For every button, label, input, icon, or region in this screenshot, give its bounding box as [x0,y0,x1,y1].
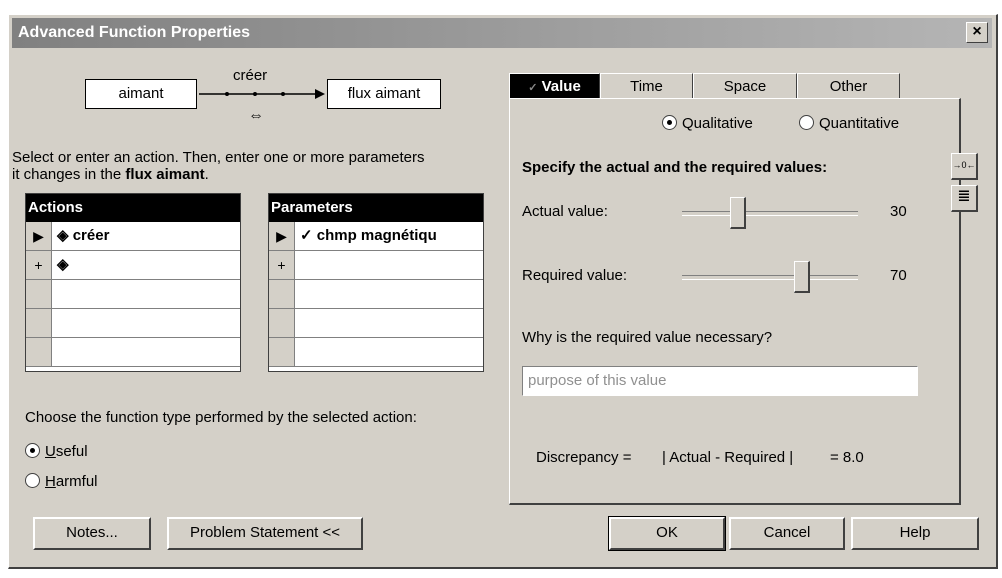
row-selector[interactable] [26,309,52,337]
required-value-readout: 70 [890,267,907,284]
parameters-grid-row[interactable] [269,338,483,367]
useful-radio[interactable]: Useful [25,443,88,460]
notes-side-button[interactable]: ≣ [951,185,978,212]
action-cell[interactable] [52,280,240,308]
instruction-line-2: it changes in the flux aimant. [12,166,209,183]
radio-indicator[interactable] [799,115,814,130]
tab-other[interactable]: Other [797,73,900,100]
discrepancy-label: Discrepancy = [536,449,632,466]
action-cell[interactable]: ◈ [52,251,240,279]
problem-statement-button[interactable]: Problem Statement << [167,517,363,550]
discrepancy-result: = 8.0 [830,449,864,466]
action-cell[interactable] [52,309,240,337]
value-tab-panel: Qualitative Quantitative Specify the act… [509,98,961,505]
dialog-title: Advanced Function Properties [18,24,251,41]
row-selector[interactable]: + [269,251,295,279]
actions-grid-row[interactable] [26,338,240,367]
actual-value-label: Actual value: [522,203,608,220]
actions-grid-row[interactable]: ▶ ◈ créer [26,222,240,251]
row-selector[interactable]: + [26,251,52,279]
radio-indicator[interactable] [662,115,677,130]
cancel-button[interactable]: Cancel [729,517,845,550]
swap-direction-icon[interactable]: ⇔ [248,107,264,125]
radio-indicator[interactable] [25,443,40,458]
instruction-line-1: Select or enter an action. Then, enter o… [12,149,425,166]
help-button[interactable]: Help [851,517,979,550]
target-object-name: flux aimant [125,166,205,183]
parameters-grid-row[interactable] [269,280,483,309]
pin-icon: →0← [952,160,976,170]
row-selector[interactable] [269,338,295,366]
title-bar[interactable]: Advanced Function Properties × [12,18,992,48]
actions-grid-row[interactable] [26,309,240,338]
action-label: créer [233,67,268,84]
pin-value-button[interactable]: →0← [951,153,978,180]
discrepancy-formula: | Actual - Required | [662,449,794,466]
purpose-input[interactable]: purpose of this value [522,366,918,396]
check-icon: ✓ [528,82,538,94]
target-object-box[interactable]: flux aimant [327,79,441,109]
action-cell[interactable]: ◈ créer [52,222,240,250]
actual-value-slider-thumb[interactable] [730,197,746,229]
tab-time[interactable]: Time [600,73,693,100]
quantitative-radio[interactable]: Quantitative [799,115,899,132]
required-value-slider-thumb[interactable] [794,261,810,293]
actions-grid-row[interactable]: + ◈ [26,251,240,280]
required-value-label: Required value: [522,267,628,284]
parameters-grid-row[interactable]: + [269,251,483,280]
parameter-cell[interactable]: ✓ chmp magnétiqu [295,222,483,250]
advanced-function-properties-dialog: Advanced Function Properties × aimant cr… [8,14,998,569]
row-selector[interactable] [26,338,52,366]
actual-value-readout: 30 [890,203,907,220]
values-heading: Specify the actual and the required valu… [522,159,828,176]
actual-value-slider-track[interactable] [682,211,858,216]
required-value-slider-track[interactable] [682,275,858,280]
parameters-grid: Parameters ▶ ✓ chmp magnétiqu + [268,193,484,372]
tab-space[interactable]: Space [693,73,797,100]
ok-button[interactable]: OK [608,516,726,551]
row-selector[interactable]: ▶ [269,222,295,250]
qualitative-radio[interactable]: Qualitative [662,115,753,132]
parameter-cell[interactable] [295,338,483,366]
row-selector[interactable] [269,309,295,337]
parameters-grid-row[interactable]: ▶ ✓ chmp magnétiqu [269,222,483,251]
why-required-label: Why is the required value necessary? [522,329,773,346]
actions-grid-row[interactable] [26,280,240,309]
radio-indicator[interactable] [25,473,40,488]
parameters-grid-row[interactable] [269,309,483,338]
action-cell[interactable] [52,338,240,366]
row-selector[interactable] [26,280,52,308]
close-button[interactable]: × [966,22,988,43]
harmful-radio[interactable]: Harmful [25,473,98,490]
parameter-cell[interactable] [295,251,483,279]
parameter-cell[interactable] [295,309,483,337]
actions-grid: Actions ▶ ◈ créer + ◈ [25,193,241,372]
tab-value[interactable]: ✓ Value [509,73,600,101]
actions-grid-header: Actions [26,194,240,222]
notes-icon: ≣ [957,188,971,205]
row-selector[interactable] [269,280,295,308]
parameter-cell[interactable] [295,280,483,308]
notes-button[interactable]: Notes... [33,517,151,550]
parameters-grid-header: Parameters [269,194,483,222]
function-type-prompt: Choose the function type performed by th… [25,409,417,426]
row-selector[interactable]: ▶ [26,222,52,250]
source-component-box[interactable]: aimant [85,79,197,109]
